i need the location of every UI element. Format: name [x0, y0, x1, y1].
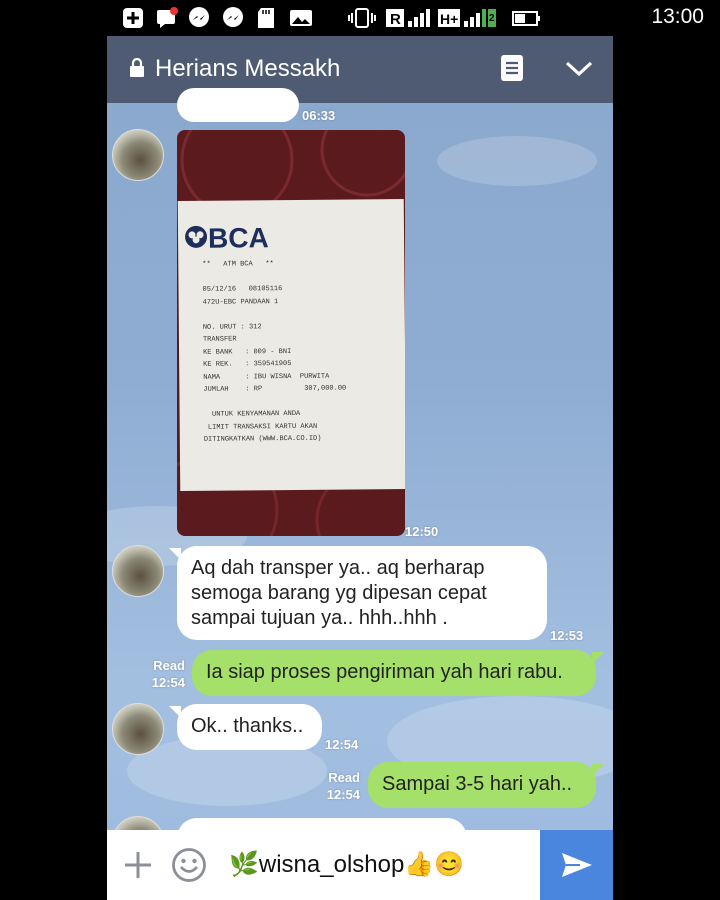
receipt-line: ** ATM BCA **	[202, 260, 274, 269]
status-bar: R H+ 2 13:00	[0, 0, 720, 36]
avatar[interactable]	[112, 703, 164, 755]
read-label: Read	[328, 770, 360, 785]
bca-logo-icon	[184, 225, 208, 254]
receipt-line: 472U-EBC PANDAAN 1	[202, 297, 279, 307]
chat-screen: Herians Messakh 06:33 BCA ** ATM BCA ** 0…	[107, 36, 613, 900]
notes-icon[interactable]	[500, 54, 524, 87]
receipt-line: KE REK. : 359541905	[203, 360, 292, 369]
message-text-line: Aq dah transper ya.. aq berharap	[191, 557, 485, 579]
avatar[interactable]	[112, 129, 164, 181]
plus-box-icon	[122, 7, 144, 29]
message-time: 12:54	[325, 737, 359, 752]
battery-icon	[512, 7, 542, 29]
receipt-image-message[interactable]: BCA ** ATM BCA ** 05/12/16 08105116 472U-E…	[177, 130, 405, 536]
signal-h-icon: H+ 2	[438, 7, 500, 29]
message-bubble-outgoing[interactable]: Ia siap proses pengiriman yah hari rabu.	[192, 650, 596, 696]
message-bubble-outgoing[interactable]: Sampai 3-5 hari yah..	[368, 762, 596, 808]
message-bubble[interactable]: Ok.. thanks..	[177, 704, 322, 750]
read-receipt: Read 12:54	[137, 657, 185, 691]
svg-text:H+: H+	[440, 11, 458, 27]
message-bubble-partial[interactable]	[177, 88, 299, 122]
svg-text:2: 2	[489, 13, 495, 24]
receipt-line: JUMLAH : RP 307,000.00	[203, 384, 347, 394]
receipt-line: NAMA : IBU WISNA PURWITA	[203, 372, 330, 382]
message-text-line: semoga barang yg dipesan cepat	[191, 582, 487, 604]
plus-icon[interactable]	[123, 850, 153, 885]
message-text-line: sampai tujuan ya.. hhh..hhh .	[191, 607, 448, 629]
receipt-line: KE BANK : 009 - BNI	[203, 347, 292, 357]
bubble-tail	[592, 652, 604, 664]
bubble-tail	[592, 764, 604, 776]
image-icon	[289, 7, 313, 29]
smiley-icon[interactable]	[171, 847, 207, 888]
send-button[interactable]	[540, 830, 613, 900]
messenger-icon	[188, 7, 210, 29]
message-text: Ok.. thanks..	[191, 715, 304, 737]
message-time: 12:53	[550, 628, 584, 643]
receipt-line: DITINGKATKAN (WWW.BCA.CO.ID)	[203, 434, 322, 444]
receipt-line: TRANSFER	[202, 335, 237, 344]
signal-r-icon: R	[386, 7, 432, 29]
input-bar: 🌿wisna_olshop👍😊	[107, 830, 613, 900]
message-input[interactable]: 🌿wisna_olshop👍😊	[229, 850, 464, 879]
message-time: 12:50	[405, 524, 439, 539]
receipt-line: 05/12/16 08105116	[202, 285, 283, 294]
messenger-icon	[222, 7, 244, 29]
bank-name: BCA	[207, 222, 269, 254]
receipt-line: UNTUK KENYAMANAN ANDA	[203, 409, 301, 419]
chat-title: Herians Messakh	[155, 55, 341, 82]
clock: 13:00	[651, 5, 704, 28]
receipt-paper: BCA ** ATM BCA ** 05/12/16 08105116 472U-E…	[177, 199, 405, 491]
chevron-down-icon[interactable]	[564, 58, 594, 83]
message-text: Sampai 3-5 hari yah..	[382, 773, 573, 795]
notification-icon	[156, 7, 178, 29]
message-text: Ia siap proses pengiriman yah hari rabu.	[206, 661, 563, 683]
receipt-line: LIMIT TRANSAKSI KARTU AKAN	[203, 422, 318, 432]
sd-card-icon	[256, 7, 276, 29]
message-time: 12:54	[151, 675, 185, 690]
lock-icon	[129, 57, 145, 83]
send-icon	[560, 851, 594, 884]
svg-text:R: R	[390, 11, 401, 28]
receipt-line: NO. URUT : 312	[202, 322, 262, 332]
message-time: 12:54	[326, 787, 360, 802]
read-receipt: Read 12:54	[312, 769, 360, 803]
avatar[interactable]	[112, 545, 164, 597]
background-cloud	[437, 136, 597, 186]
message-bubble[interactable]: Aq dah transper ya.. aq berharap semoga …	[177, 546, 547, 640]
vibrate-icon	[348, 7, 376, 29]
message-time: 06:33	[302, 108, 336, 123]
read-label: Read	[153, 658, 185, 673]
